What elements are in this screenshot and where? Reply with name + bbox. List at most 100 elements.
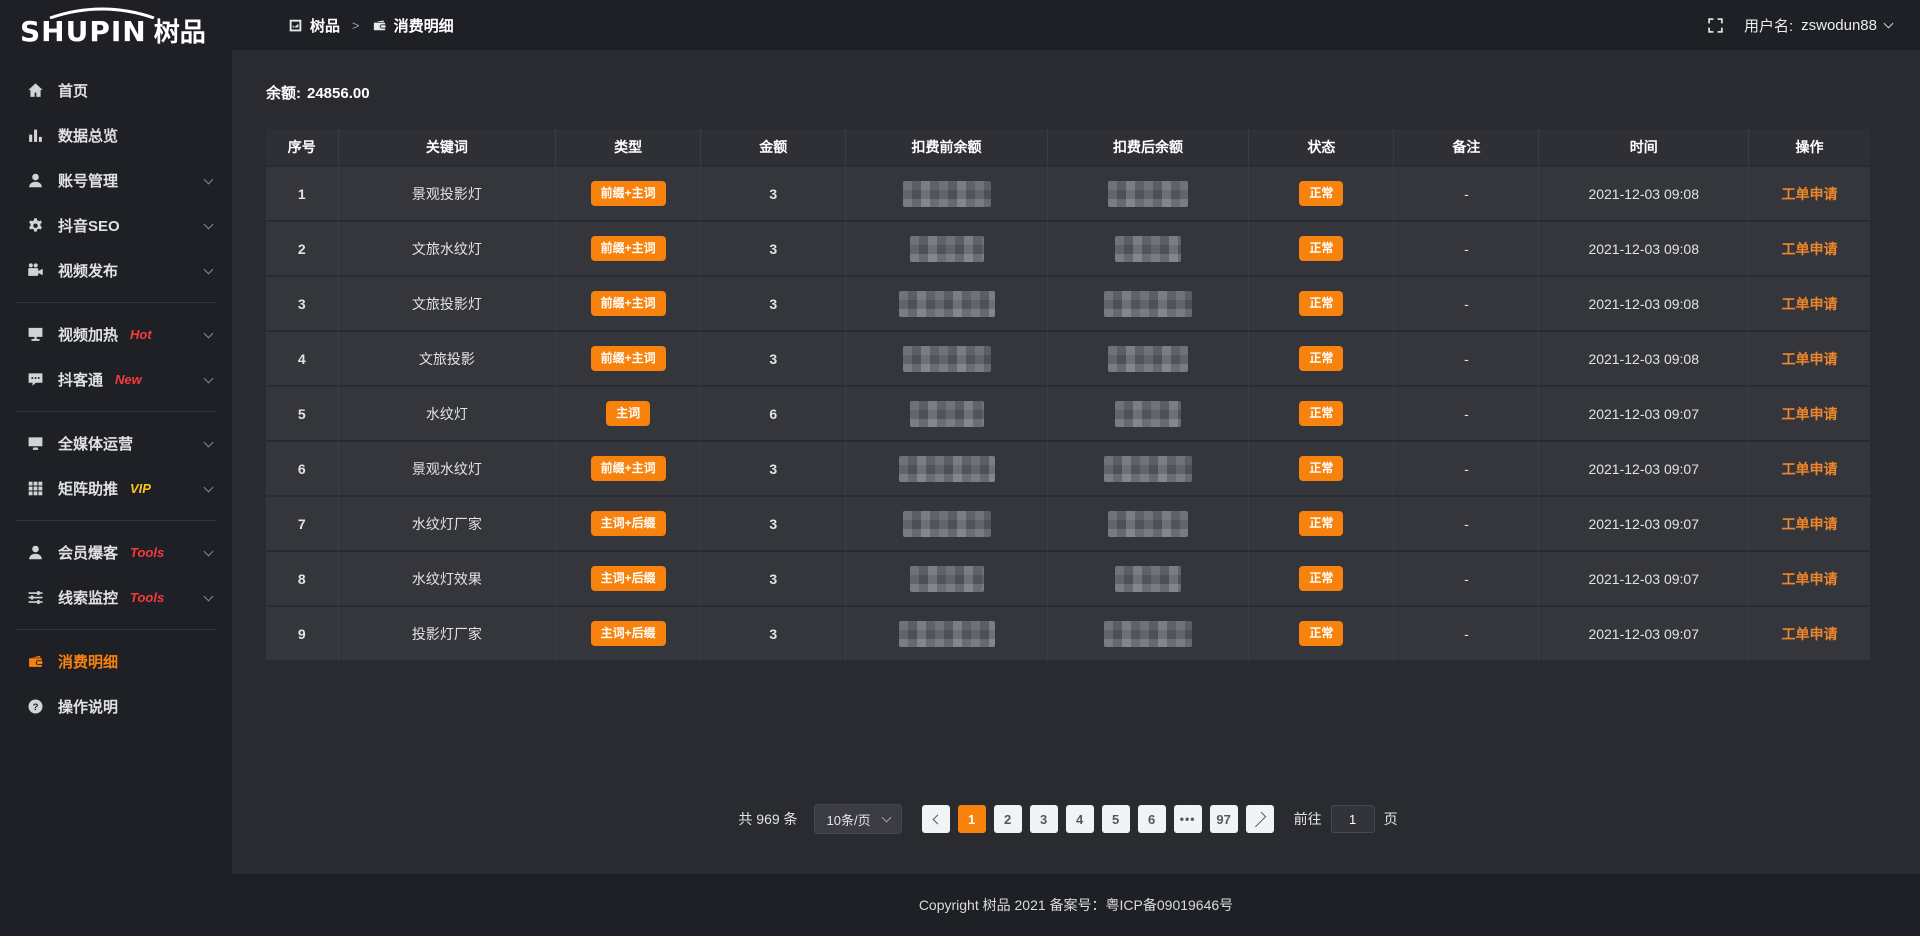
type-badge: 前缀+主词 <box>591 346 666 370</box>
cell-action: 工单申请 <box>1749 552 1870 607</box>
sidebar-item-member-baoke[interactable]: 会员爆客Tools <box>0 530 232 575</box>
sidebar-item-matrix-boost[interactable]: 矩阵助推VIP <box>0 466 232 511</box>
gear-icon <box>27 217 44 234</box>
goto-page: 前往 页 <box>1294 805 1398 833</box>
cell-post-balance <box>1048 552 1250 607</box>
chevron-right-icon <box>1250 811 1266 827</box>
cell-index: 1 <box>266 167 339 222</box>
page-button-2[interactable]: 2 <box>994 805 1022 833</box>
work-order-link[interactable]: 工单申请 <box>1782 461 1838 477</box>
status-badge: 正常 <box>1299 346 1343 370</box>
sidebar-item-clue-monitor[interactable]: 线索监控Tools <box>0 575 232 620</box>
chevron-down-icon <box>204 546 214 556</box>
cell-pre-balance <box>846 222 1048 277</box>
work-order-link[interactable]: 工单申请 <box>1782 296 1838 312</box>
page-button-5[interactable]: 5 <box>1102 805 1130 833</box>
chevron-down-icon <box>1884 19 1894 29</box>
cell-type: 主词+后缀 <box>556 607 701 662</box>
grid-icon <box>27 480 44 497</box>
cell-post-balance <box>1048 607 1250 662</box>
cell-action: 工单申请 <box>1749 222 1870 277</box>
bar-chart-icon <box>27 127 44 144</box>
cell-remark: - <box>1394 222 1539 277</box>
page-button-1[interactable]: 1 <box>958 805 986 833</box>
sidebar-item-account-management[interactable]: 账号管理 <box>0 158 232 203</box>
sidebar-divider <box>16 302 216 303</box>
masked-value <box>910 566 984 592</box>
sidebar-item-instructions[interactable]: ?操作说明 <box>0 684 232 729</box>
sidebar-item-data-overview[interactable]: 数据总览 <box>0 113 232 158</box>
cell-post-balance <box>1048 497 1250 552</box>
work-order-link[interactable]: 工单申请 <box>1782 241 1838 257</box>
page-button-3[interactable]: 3 <box>1030 805 1058 833</box>
goto-label: 前往 <box>1294 809 1322 829</box>
sidebar-item-douyin-seo[interactable]: 抖音SEO <box>0 203 232 248</box>
sidebar-item-label: 抖客通 <box>58 369 103 390</box>
copyright-text: Copyright 树品 2021 备案号：粤ICP备09019646号 <box>919 895 1233 915</box>
masked-value <box>903 511 991 537</box>
sidebar-item-home[interactable]: 首页 <box>0 68 232 113</box>
work-order-link[interactable]: 工单申请 <box>1782 571 1838 587</box>
sidebar-item-media-operation[interactable]: 全媒体运营 <box>0 421 232 466</box>
breadcrumb-item[interactable]: 树品 <box>288 15 340 36</box>
page-button-6[interactable]: 6 <box>1138 805 1166 833</box>
masked-value <box>903 346 991 372</box>
work-order-link[interactable]: 工单申请 <box>1782 351 1838 367</box>
cell-pre-balance <box>846 607 1048 662</box>
footer: Copyright 树品 2021 备案号：粤ICP备09019646号 <box>232 874 1920 936</box>
cell-action: 工单申请 <box>1749 387 1870 442</box>
status-badge: 正常 <box>1299 566 1343 590</box>
table-row: 5水纹灯主词6正常-2021-12-03 09:07工单申请 <box>266 387 1870 442</box>
sidebar-item-douketong[interactable]: 抖客通New <box>0 357 232 402</box>
username-dropdown[interactable]: 用户名: zswodun88 <box>1744 15 1892 36</box>
cell-action: 工单申请 <box>1749 607 1870 662</box>
page-button-97[interactable]: 97 <box>1210 805 1238 833</box>
type-badge: 前缀+主词 <box>591 291 666 315</box>
chevron-down-icon <box>204 219 214 229</box>
page-size-value: 10条/页 <box>827 810 871 829</box>
column-header: 金额 <box>701 129 846 167</box>
cell-remark: - <box>1394 552 1539 607</box>
sidebar-item-label: 矩阵助推 <box>58 478 118 499</box>
chevron-down-icon <box>881 813 891 823</box>
status-badge: 正常 <box>1299 181 1343 205</box>
sidebar-item-video-heat[interactable]: 视频加热Hot <box>0 312 232 357</box>
work-order-link[interactable]: 工单申请 <box>1782 186 1838 202</box>
cell-action: 工单申请 <box>1749 277 1870 332</box>
chevron-left-icon <box>932 814 942 824</box>
table-row: 9投影灯厂家主词+后缀3正常-2021-12-03 09:07工单申请 <box>266 607 1870 662</box>
page-button-4[interactable]: 4 <box>1066 805 1094 833</box>
breadcrumb-item[interactable]: 消费明细 <box>372 15 454 36</box>
cell-pre-balance <box>846 442 1048 497</box>
cell-amount: 6 <box>701 387 846 442</box>
sidebar: SHUPIN 树品 首页数据总览账号管理抖音SEO视频发布视频加热Hot抖客通N… <box>0 0 232 936</box>
cell-time: 2021-12-03 09:07 <box>1539 607 1749 662</box>
cell-action: 工单申请 <box>1749 167 1870 222</box>
cell-pre-balance <box>846 167 1048 222</box>
cell-index: 3 <box>266 277 339 332</box>
cell-status: 正常 <box>1249 442 1394 497</box>
next-page-button[interactable] <box>1246 805 1274 833</box>
fullscreen-icon[interactable] <box>1707 17 1724 34</box>
masked-value <box>1115 401 1181 427</box>
cell-time: 2021-12-03 09:08 <box>1539 167 1749 222</box>
cell-post-balance <box>1048 387 1250 442</box>
column-header: 状态 <box>1249 129 1394 167</box>
goto-page-input[interactable] <box>1331 805 1375 833</box>
sidebar-item-video-publish[interactable]: 视频发布 <box>0 248 232 293</box>
more-pages-button[interactable]: ••• <box>1174 805 1202 833</box>
prev-page-button[interactable] <box>922 805 950 833</box>
username-value: zswodun88 <box>1801 17 1877 34</box>
masked-value <box>1104 621 1192 647</box>
work-order-link[interactable]: 工单申请 <box>1782 516 1838 532</box>
page-size-select[interactable]: 10条/页 <box>814 804 902 834</box>
sidebar-item-label: 首页 <box>58 80 88 101</box>
chevron-down-icon <box>204 437 214 447</box>
work-order-link[interactable]: 工单申请 <box>1782 626 1838 642</box>
cell-time: 2021-12-03 09:07 <box>1539 552 1749 607</box>
work-order-link[interactable]: 工单申请 <box>1782 406 1838 422</box>
breadcrumb: 树品>消费明细 <box>288 15 454 36</box>
sidebar-item-consume-detail[interactable]: 消费明细 <box>0 639 232 684</box>
user-icon <box>27 544 44 561</box>
topbar: 树品>消费明细 用户名: zswodun88 <box>232 0 1920 50</box>
